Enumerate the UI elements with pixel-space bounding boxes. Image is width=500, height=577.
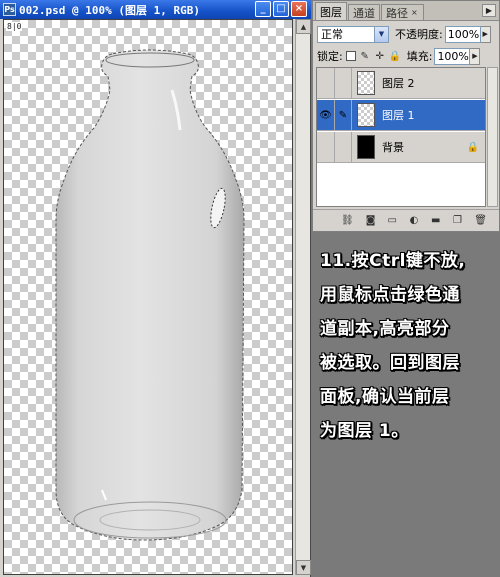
document-titlebar[interactable]: Ps 002.psd @ 100% (图层 1, RGB) _ □ ×	[0, 0, 311, 19]
layer-name: 背景	[382, 141, 404, 154]
link-toggle[interactable]	[335, 131, 352, 163]
maximize-button[interactable]: □	[273, 1, 289, 17]
fill-label: 填充:	[406, 50, 433, 63]
chevron-down-icon[interactable]: ▼	[374, 26, 388, 42]
vertical-scrollbar[interactable]: ▲ ▼	[295, 19, 311, 575]
tab-paths[interactable]: 路径 ×	[381, 4, 424, 20]
blend-mode-value: 正常	[321, 28, 343, 41]
layer-thumbnail	[357, 135, 375, 159]
new-layer-icon[interactable]: ❐	[453, 214, 463, 227]
close-button[interactable]: ×	[291, 1, 307, 17]
minimize-button[interactable]: _	[255, 1, 271, 17]
window-controls: _ □ ×	[255, 1, 307, 17]
image-canvas[interactable]: 8|0	[3, 19, 293, 575]
lock-icon[interactable]: 🔒	[389, 50, 401, 62]
brush-icon[interactable]: ✎	[335, 99, 352, 131]
instruction-line: 用鼠标点击绿色通	[320, 285, 460, 305]
tab-layers[interactable]: 图层	[315, 2, 347, 20]
tab-channels[interactable]: 通道	[348, 4, 380, 20]
blend-mode-select[interactable]: 正常 ▼	[317, 25, 389, 43]
layer-mask-icon[interactable]: ▭	[387, 214, 397, 227]
tab-paths-label: 路径	[386, 6, 408, 20]
tab-layers-label: 图层	[320, 5, 342, 19]
panel-footer: ⛓ ◙ ▭ ◐ ▬ ❐ 🗑	[313, 209, 499, 231]
document-title: 002.psd @ 100% (图层 1, RGB)	[19, 3, 200, 17]
brush-icon[interactable]: ✎	[359, 50, 371, 62]
panel-menu-icon[interactable]: ▶	[482, 4, 496, 17]
lock-row: 锁定: ✎ ✛ 🔒 填充: 100% ▶	[317, 47, 497, 65]
eye-icon[interactable]: 👁	[317, 99, 335, 131]
bottle-body	[55, 49, 245, 541]
fill-arrow-icon[interactable]: ▶	[470, 47, 481, 65]
photoshop-icon: Ps	[3, 3, 16, 16]
instruction-line: 道副本,高亮部分	[320, 319, 450, 339]
visibility-toggle[interactable]	[317, 67, 335, 99]
instruction-line: 11.按Ctrl键不放,	[320, 251, 466, 271]
instruction-line: 面板,确认当前层	[320, 387, 450, 407]
lock-label: 锁定:	[317, 50, 343, 63]
fill-field[interactable]: 100%	[434, 47, 471, 65]
instruction-text: 11.按Ctrl键不放, 用鼠标点击绿色通 道副本,高亮部分 被选取。回到图层 …	[320, 244, 496, 448]
layer-row-2[interactable]: 图层 2	[317, 67, 485, 99]
tab-channels-label: 通道	[353, 6, 375, 20]
layer-thumbnail	[357, 103, 375, 127]
adjustment-layer-icon[interactable]: ◐	[409, 214, 419, 227]
new-group-icon[interactable]: ▬	[431, 214, 441, 227]
close-icon[interactable]: ×	[411, 8, 419, 17]
bottle-image	[55, 49, 245, 541]
layer-name: 图层 1	[382, 109, 415, 122]
link-toggle[interactable]	[335, 67, 352, 99]
layers-panel: 图层 通道 路径 × ▶ 正常 ▼ 不透明度: 100% ▶ 锁定: ✎ ✛ 🔒…	[312, 0, 500, 232]
instruction-line: 被选取。回到图层	[320, 353, 460, 373]
lock-transparency-checkbox[interactable]	[345, 51, 356, 61]
panel-tabs: 图层 通道 路径 ×	[313, 1, 499, 21]
layer-style-icon[interactable]: ◙	[366, 214, 376, 227]
document-window: Ps 002.psd @ 100% (图层 1, RGB) _ □ × 8|0	[0, 0, 311, 577]
link-layers-icon[interactable]: ⛓	[341, 214, 354, 227]
layer-row-1[interactable]: 👁 ✎ 图层 1	[317, 99, 485, 131]
layer-row-background[interactable]: 背景 🔒	[317, 131, 485, 163]
visibility-toggle[interactable]	[317, 131, 335, 163]
opacity-label: 不透明度:	[395, 28, 443, 41]
opacity-field[interactable]: 100%	[444, 25, 481, 43]
layer-name: 图层 2	[382, 77, 415, 90]
trash-icon[interactable]: 🗑	[474, 214, 487, 227]
layer-thumbnail	[357, 71, 375, 95]
layers-scrollbar[interactable]	[487, 67, 498, 207]
move-icon[interactable]: ✛	[374, 50, 386, 62]
lock-icon: 🔒	[466, 142, 479, 153]
scroll-up-icon[interactable]: ▲	[296, 19, 311, 34]
layers-list: 图层 2 👁 ✎ 图层 1 背景 🔒	[316, 67, 486, 207]
blend-row: 正常 ▼ 不透明度: 100% ▶	[317, 25, 497, 43]
opacity-arrow-icon[interactable]: ▶	[480, 25, 491, 43]
scroll-down-icon[interactable]: ▼	[296, 560, 311, 575]
instruction-line: 为图层 1。	[320, 421, 409, 441]
